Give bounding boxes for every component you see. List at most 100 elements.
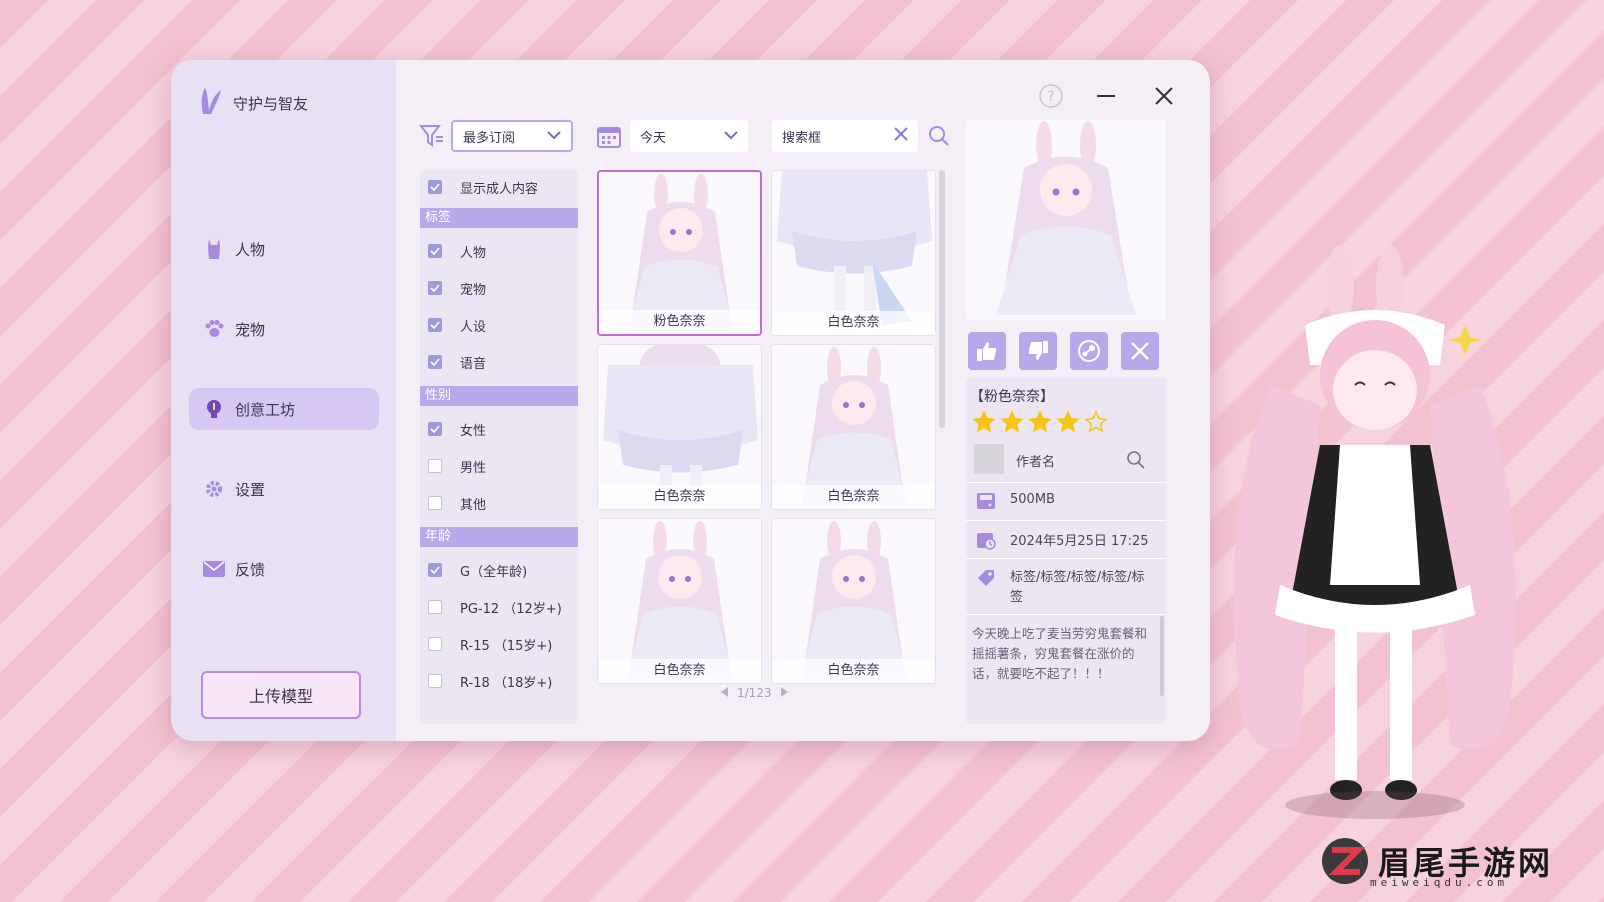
checkbox-unchecked[interactable] [428, 674, 442, 688]
search-input[interactable]: 搜索框 [772, 120, 918, 152]
sort-select[interactable]: 最多订阅 [451, 120, 573, 152]
model-card[interactable]: 白色奈奈 [771, 344, 936, 510]
brand: 守护与智友 [197, 86, 308, 120]
card-caption: 粉色奈奈 [599, 310, 760, 334]
mail-icon [203, 558, 225, 580]
star-filled-icon[interactable] [1028, 410, 1052, 434]
checkbox-unchecked[interactable] [428, 459, 442, 473]
divider [966, 482, 1166, 483]
filter-age-g[interactable]: G（全年龄) [420, 557, 578, 583]
sidebar: 守护与智友 人物 宠物 创意工坊 设置 反馈 上传模型 [171, 60, 396, 741]
card-caption: 白色奈奈 [598, 659, 761, 683]
site-watermark: 眉尾手游网 meiweiqdu.com [1320, 836, 1553, 889]
age-header: 年龄 [420, 527, 578, 547]
app-window: 守护与智友 人物 宠物 创意工坊 设置 反馈 上传模型 ? 最多订阅 今天 搜索… [171, 60, 1210, 741]
help-icon[interactable]: ? [1037, 82, 1065, 110]
checkbox-checked[interactable] [428, 422, 442, 436]
filter-tag-voice[interactable]: 语音 [420, 349, 578, 375]
next-page-icon[interactable] [780, 686, 788, 700]
thumbs-down-button[interactable] [1019, 332, 1057, 370]
checkbox-unchecked[interactable] [428, 600, 442, 614]
filter-tag-persona[interactable]: 人设 [420, 312, 578, 338]
model-card[interactable]: 白色奈奈 [771, 170, 936, 336]
upload-model-button[interactable]: 上传模型 [201, 671, 361, 719]
sidebar-item-workshop[interactable]: 创意工坊 [189, 388, 379, 430]
sort-select-value: 最多订阅 [463, 130, 516, 146]
model-card[interactable]: 白色奈奈 [771, 518, 936, 684]
calendar-icon[interactable] [596, 123, 622, 153]
model-card[interactable]: 白色奈奈 [597, 518, 762, 684]
dismiss-button[interactable] [1121, 332, 1159, 370]
divider [966, 614, 1166, 615]
sidebar-item-pet[interactable]: 宠物 [189, 308, 379, 350]
description-scrollbar[interactable] [1160, 616, 1164, 696]
filter-gender-female[interactable]: 女性 [420, 416, 578, 442]
date-row: 2024年5月25日 17:25 [976, 530, 1160, 554]
filter-tag-character[interactable]: 人物 [420, 238, 578, 264]
prev-page-icon[interactable] [721, 686, 729, 700]
date-select-value: 今天 [640, 130, 667, 146]
star-filled-icon[interactable] [972, 410, 996, 434]
checkbox-checked[interactable] [428, 180, 442, 194]
watermark-logo [1322, 838, 1368, 884]
filter-label: 女性 [460, 423, 487, 439]
filter-label: R-15 （15岁+) [460, 638, 553, 654]
checkbox-unchecked[interactable] [428, 496, 442, 510]
star-filled-icon[interactable] [1056, 410, 1080, 434]
chevron-down-icon [547, 129, 561, 144]
filter-label: 人物 [460, 245, 487, 261]
card-caption: 白色奈奈 [598, 485, 761, 509]
star-empty-icon[interactable] [1084, 410, 1108, 434]
divider [966, 520, 1166, 521]
watermark-sub: meiweiqdu.com [1370, 876, 1509, 889]
date-select[interactable]: 今天 [630, 120, 748, 152]
filter-label: 语音 [460, 356, 487, 372]
steam-button[interactable] [1070, 332, 1108, 370]
sidebar-item-settings[interactable]: 设置 [189, 468, 379, 510]
filter-gender-other[interactable]: 其他 [420, 490, 578, 516]
filter-icon[interactable] [418, 123, 445, 153]
card-caption: 白色奈奈 [772, 311, 935, 335]
filter-adult[interactable]: 显示成人内容 [420, 174, 578, 200]
calendar-clock-icon [976, 530, 996, 554]
model-card[interactable]: 粉色奈奈 [597, 170, 762, 336]
checkbox-unchecked[interactable] [428, 637, 442, 651]
star-filled-icon[interactable] [1000, 410, 1024, 434]
filter-panel: 显示成人内容 标签 人物 宠物 人设 语音 性别 女性 男性 其他 年龄 G（全… [420, 170, 578, 724]
minimize-icon[interactable] [1092, 82, 1120, 110]
thumbs-up-button[interactable] [968, 332, 1006, 370]
filter-age-r18[interactable]: R-18 （18岁+) [420, 668, 578, 694]
filter-gender-male[interactable]: 男性 [420, 453, 578, 479]
filter-age-pg12[interactable]: PG-12 （12岁+) [420, 594, 578, 620]
close-icon[interactable] [1150, 82, 1178, 110]
model-card[interactable]: 白色奈奈 [597, 344, 762, 510]
grid-scrollbar[interactable] [939, 170, 945, 428]
gender-header: 性别 [420, 386, 578, 406]
filter-age-r15[interactable]: R-15 （15岁+) [420, 631, 578, 657]
card-caption: 白色奈奈 [772, 485, 935, 509]
checkbox-checked[interactable] [428, 355, 442, 369]
filter-label: G（全年龄) [460, 564, 528, 580]
filter-label: 显示成人内容 [460, 181, 539, 197]
divider [966, 558, 1166, 559]
file-size: 500MB [1010, 492, 1055, 507]
filter-tag-pet[interactable]: 宠物 [420, 275, 578, 301]
bunny-logo-icon [197, 86, 227, 120]
sidebar-item-feedback[interactable]: 反馈 [189, 548, 379, 590]
checkbox-checked[interactable] [428, 318, 442, 332]
author-search-icon[interactable] [1126, 450, 1146, 474]
sidebar-item-label: 设置 [235, 480, 266, 499]
clear-search-icon[interactable] [894, 127, 908, 145]
rating-stars[interactable] [972, 410, 1108, 434]
thumbs-down-icon [1028, 341, 1048, 360]
pagination: 1/123 [721, 686, 788, 700]
checkbox-checked[interactable] [428, 244, 442, 258]
sidebar-item-label: 人物 [235, 240, 266, 259]
svg-text:?: ? [1047, 89, 1054, 105]
checkbox-checked[interactable] [428, 281, 442, 295]
search-icon[interactable] [927, 124, 951, 152]
sidebar-item-character[interactable]: 人物 [189, 228, 379, 270]
chevron-down-icon [724, 129, 738, 144]
maid-bunny-mascot [1234, 245, 1516, 819]
checkbox-checked[interactable] [428, 563, 442, 577]
